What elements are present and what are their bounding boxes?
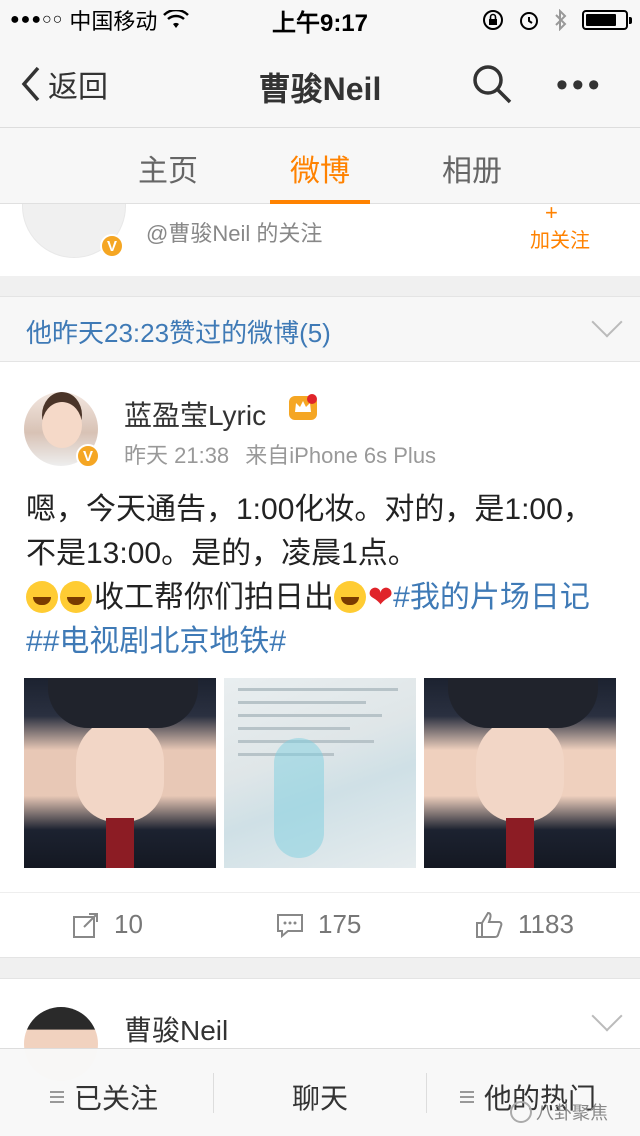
add-follow-button[interactable]: 加关注 [530, 224, 590, 253]
liked-posts-label: 他昨天23:23赞过的微博(5) [26, 318, 331, 348]
like-button[interactable]: 1183 [474, 909, 574, 940]
post-body: 嗯，今天通告，1:00化妆。对的，是1:00，不是13:00。是的，凌晨1点。 … [26, 488, 616, 664]
follow-suggestion-card[interactable]: V @曹骏Neil 的关注 + 加关注 [0, 204, 640, 276]
post-photo-1[interactable] [24, 678, 216, 868]
repost-icon [73, 912, 98, 938]
photo-hat [448, 678, 598, 728]
nav-bar: 返回 曹骏Neil ••• [0, 40, 640, 128]
post-meta: 昨天 21:38 来自iPhone 6s Plus [124, 438, 436, 470]
photo-hat [48, 678, 198, 728]
more-icon[interactable]: ••• [556, 66, 604, 105]
verified-badge-icon: V [76, 444, 100, 468]
add-follow-icon: + [545, 204, 558, 225]
status-bar: ●●●○○ 中国移动 上午9:17 [0, 0, 640, 40]
smile-emoji-icon [334, 581, 366, 613]
author-name[interactable]: 曹骏Neil [124, 1009, 228, 1049]
profile-tabs: 主页 微博 相册 [0, 128, 640, 204]
post-source: 来自iPhone 6s Plus [245, 443, 437, 468]
chevron-down-icon[interactable] [591, 306, 623, 338]
liked-posts-header[interactable]: 他昨天23:23赞过的微博(5) [0, 296, 640, 362]
chat-label: 聊天 [292, 1083, 349, 1114]
watermark-text: 八卦聚焦 [536, 1103, 608, 1123]
tab-home[interactable]: 主页 [108, 146, 228, 190]
post-text-main: 嗯，今天通告，1:00化妆。对的，是1:00，不是13:00。是的，凌晨1点。 [26, 493, 593, 570]
bluetooth-icon [555, 9, 567, 31]
laugh-tears-emoji-icon [26, 581, 58, 613]
followed-label: 已关注 [74, 1083, 159, 1114]
post-time: 昨天 21:38 [124, 443, 230, 468]
photo-subject [76, 718, 164, 822]
search-icon[interactable] [470, 62, 514, 106]
topic-link[interactable]: #电视剧北京地铁# [43, 625, 286, 658]
orientation-lock-icon [483, 10, 503, 30]
menu-icon [460, 1088, 474, 1106]
heart-emoji-icon: ❤ [368, 581, 394, 614]
menu-icon [50, 1088, 64, 1106]
like-count: 1183 [518, 909, 574, 939]
post-text-extra: 收工帮你们拍日出 [94, 581, 334, 614]
tab-weibo[interactable]: 微博 [260, 146, 380, 190]
alarm-icon [520, 12, 538, 30]
follow-card-text: @曹骏Neil 的关注 [146, 221, 323, 246]
member-crown-icon [289, 394, 317, 420]
verified-badge-icon: V [100, 234, 124, 258]
wechat-logo-icon [510, 1101, 532, 1123]
watermark: 八卦聚焦 [510, 1099, 608, 1125]
followed-button[interactable]: 已关注 [50, 1077, 158, 1117]
post-card[interactable]: 曹骏Neil [0, 978, 640, 1081]
photo-tie [506, 818, 534, 868]
post-photo-3[interactable] [424, 678, 616, 868]
divider [213, 1073, 214, 1113]
comment-button[interactable]: 175 [276, 909, 361, 940]
bottom-action-bar: 已关注 聊天 他的热门 八卦聚焦 [0, 1048, 640, 1136]
post-photo-2[interactable] [224, 678, 416, 868]
repost-button[interactable]: 10 [72, 909, 143, 940]
chat-button[interactable]: 聊天 [292, 1077, 348, 1117]
tab-album[interactable]: 相册 [412, 146, 532, 190]
grin-emoji-icon [60, 581, 92, 613]
divider [426, 1073, 427, 1113]
photo-tie [106, 818, 134, 868]
post-actions: 10 175 1183 [0, 892, 640, 958]
photo-subject [476, 718, 564, 822]
comment-count: 175 [318, 909, 362, 939]
comment-icon [277, 913, 303, 938]
page-title: 曹骏Neil [258, 71, 382, 107]
author-name[interactable]: 蓝盈莹Lyric [124, 394, 266, 434]
repost-count: 10 [114, 909, 143, 939]
thumbs-up-icon [476, 911, 503, 938]
photo-stain [274, 738, 324, 858]
battery-icon [582, 10, 632, 30]
post-card[interactable]: V 蓝盈莹Lyric 昨天 21:38 来自iPhone 6s Plus 嗯，今… [0, 362, 640, 958]
chevron-down-icon[interactable] [591, 1000, 623, 1032]
